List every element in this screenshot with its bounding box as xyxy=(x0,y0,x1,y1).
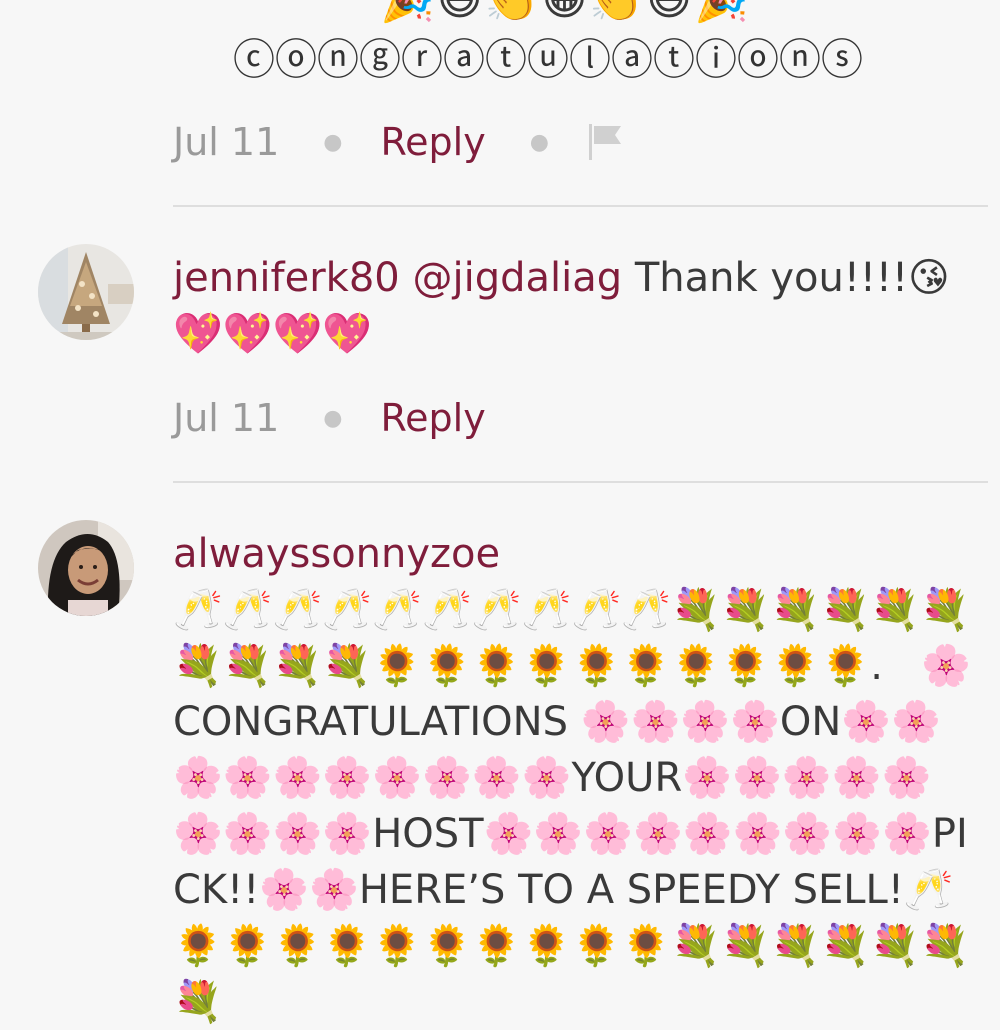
comment-username[interactable]: jenniferk80 xyxy=(173,255,400,301)
comment-date: Jul 11 xyxy=(173,396,280,440)
comment-body: jenniferk80 @jigdaliag Thank you!!!!😘💖💖💖… xyxy=(173,250,973,362)
flag-icon[interactable] xyxy=(587,122,631,162)
congratulations-text: ⓒⓞⓝⓖⓡⓐⓣⓤⓛⓐⓣⓘⓞⓝⓢ xyxy=(233,35,864,84)
comment-message: 🥂🥂🥂🥂🥂🥂🥂🥂🥂🥂💐💐💐💐💐💐💐💐💐💐🌻🌻🌻🌻🌻🌻🌻🌻🌻🌻. 🌸CONGRAT… xyxy=(173,587,971,1025)
celebration-emoji-row: 🎉😄👏😁👏😃🎉 xyxy=(380,0,751,26)
comment-username[interactable]: alwayssonnyzoe xyxy=(173,526,973,582)
user-mention[interactable]: @jigdaliag xyxy=(412,255,622,301)
profile-photo-avatar xyxy=(38,520,134,616)
avatar[interactable] xyxy=(38,520,134,616)
separator-dot: ● xyxy=(323,405,343,431)
avatar[interactable] xyxy=(38,244,134,340)
christmas-tree-avatar xyxy=(38,244,134,340)
separator-dot: ● xyxy=(529,129,549,155)
comment-divider xyxy=(173,481,988,483)
comment-meta: Jul 11 ● Reply ● xyxy=(173,117,631,167)
reply-button[interactable]: Reply xyxy=(380,396,485,440)
comment-date: Jul 11 xyxy=(173,120,280,164)
comment-body: alwayssonnyzoe 🥂🥂🥂🥂🥂🥂🥂🥂🥂🥂💐💐💐💐💐💐💐💐💐💐🌻🌻🌻🌻🌻… xyxy=(173,526,973,1030)
separator-dot: ● xyxy=(323,129,343,155)
reply-button[interactable]: Reply xyxy=(380,120,485,164)
comment-divider xyxy=(173,205,988,207)
comment-meta: Jul 11 ● Reply xyxy=(173,393,486,443)
